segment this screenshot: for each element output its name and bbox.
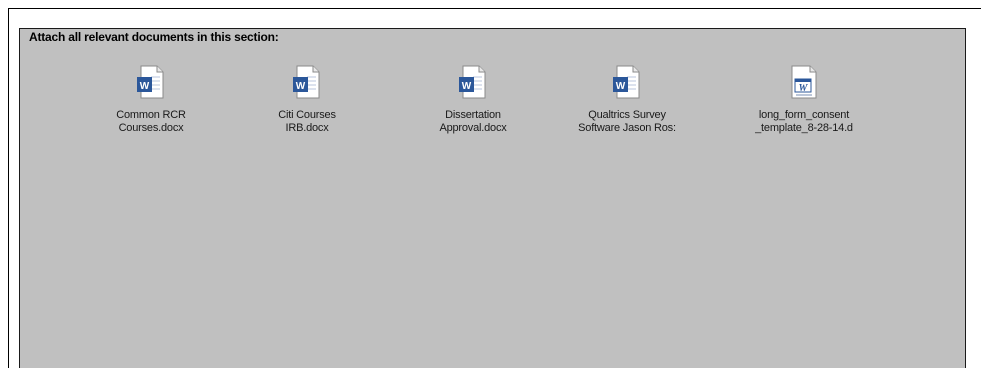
attachment-file-name: Qualtrics Survey Software Jason Ros:	[578, 109, 676, 134]
attachment-file-name: Common RCR Courses.docx	[116, 109, 186, 134]
svg-text:W: W	[616, 81, 626, 92]
word-document-icon: W	[459, 65, 487, 99]
attachment-file-name: Dissertation Approval.docx	[439, 109, 507, 134]
attachment-file[interactable]: W Common RCR Courses.docx	[81, 65, 221, 135]
attachment-file-name: long_form_consent _template_8-28-14.d	[755, 109, 853, 134]
word-document-icon: W	[293, 65, 321, 99]
word-document-icon: W	[137, 65, 165, 99]
attachment-file[interactable]: W long_form_consent _template_8-28-14.d	[734, 65, 874, 135]
attachment-file[interactable]: W Qualtrics Survey Software Jason Ros:	[557, 65, 697, 135]
word-document-icon-legacy: W	[790, 65, 818, 99]
word-document-icon: W	[613, 65, 641, 99]
svg-text:W: W	[296, 81, 306, 92]
section-caption: Attach all relevant documents in this se…	[29, 30, 279, 44]
svg-text:W: W	[140, 81, 150, 92]
attachments-panel: Attach all relevant documents in this se…	[19, 28, 966, 368]
attachment-file-name: Citi Courses IRB.docx	[278, 109, 336, 134]
svg-text:W: W	[462, 81, 472, 92]
attachment-file[interactable]: W Citi Courses IRB.docx	[237, 65, 377, 135]
attachment-file[interactable]: W Dissertation Approval.docx	[403, 65, 543, 135]
svg-text:W: W	[799, 83, 809, 94]
